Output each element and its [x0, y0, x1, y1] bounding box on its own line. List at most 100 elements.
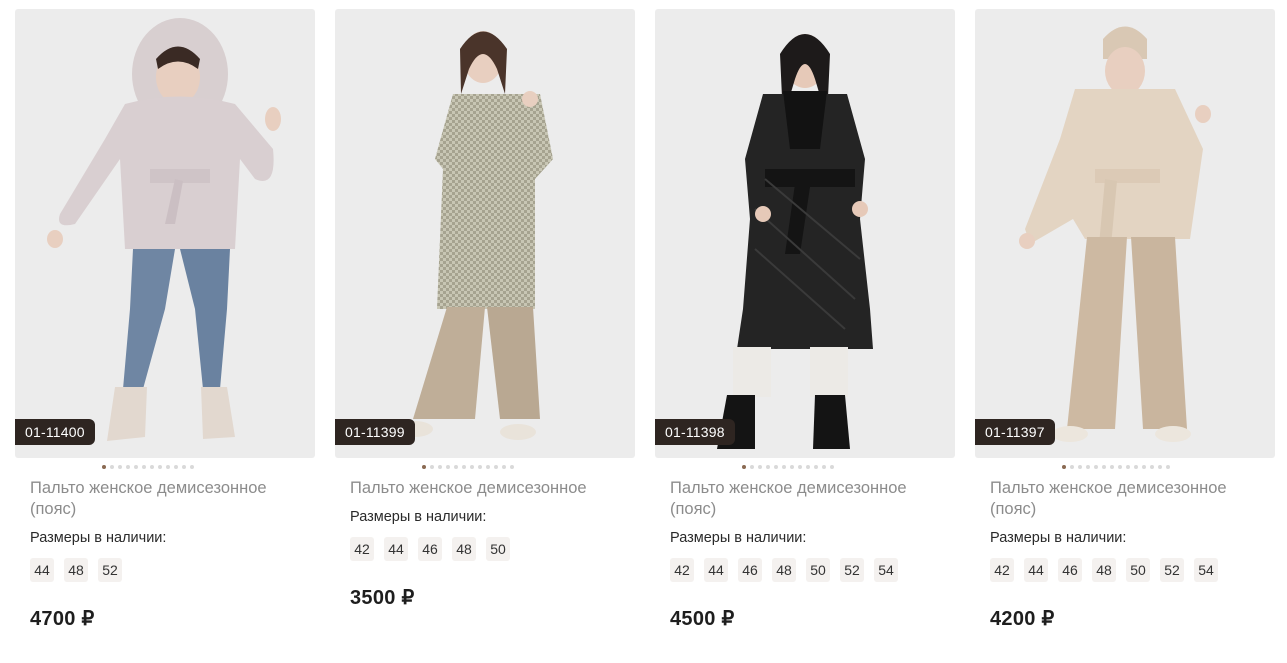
carousel-dot[interactable] [494, 465, 498, 469]
carousel-dot[interactable] [158, 465, 162, 469]
carousel-dot[interactable] [1070, 465, 1074, 469]
carousel-dot[interactable] [454, 465, 458, 469]
size-chip[interactable]: 46 [418, 537, 442, 561]
carousel-dot[interactable] [830, 465, 834, 469]
product-photo[interactable]: 01-11397 [975, 9, 1275, 458]
size-chip[interactable]: 54 [874, 558, 898, 582]
image-carousel-dots[interactable] [975, 462, 1275, 472]
size-chip[interactable]: 48 [772, 558, 796, 582]
carousel-dot[interactable] [118, 465, 122, 469]
product-image [47, 18, 281, 441]
carousel-dot[interactable] [174, 465, 178, 469]
carousel-dot[interactable] [446, 465, 450, 469]
product-name[interactable]: Пальто женское демисезонное (пояс) [990, 478, 1260, 520]
carousel-dot[interactable] [102, 465, 106, 469]
carousel-dot[interactable] [1166, 465, 1170, 469]
size-chip[interactable]: 54 [1194, 558, 1218, 582]
product-image [717, 34, 873, 449]
size-list: 42 44 46 48 50 52 54 [670, 558, 940, 582]
sizes-label: Размеры в наличии: [350, 509, 487, 525]
size-chip[interactable]: 50 [486, 537, 510, 561]
product-photo[interactable]: 01-11398 [655, 9, 955, 458]
carousel-dot[interactable] [750, 465, 754, 469]
size-chip[interactable]: 42 [670, 558, 694, 582]
carousel-dot[interactable] [1126, 465, 1130, 469]
carousel-dot[interactable] [470, 465, 474, 469]
product-price: 4500 ₽ [670, 608, 735, 630]
carousel-dot[interactable] [438, 465, 442, 469]
product-card[interactable]: 01-11398 Пальто женское демисезонное (по… [655, 9, 955, 631]
carousel-dot[interactable] [774, 465, 778, 469]
product-price: 4700 ₽ [30, 608, 95, 630]
carousel-dot[interactable] [790, 465, 794, 469]
carousel-dot[interactable] [806, 465, 810, 469]
size-chip[interactable]: 48 [64, 558, 88, 582]
size-chip[interactable]: 44 [704, 558, 728, 582]
carousel-dot[interactable] [502, 465, 506, 469]
product-card[interactable]: 01-11399 Пальто женское демисезонное Раз… [335, 9, 635, 610]
product-card[interactable]: 01-11397 Пальто женское демисезонное (по… [975, 9, 1275, 631]
size-chip[interactable]: 42 [350, 537, 374, 561]
product-photo[interactable]: 01-11399 [335, 9, 635, 458]
carousel-dot[interactable] [782, 465, 786, 469]
size-chip[interactable]: 50 [1126, 558, 1150, 582]
size-chip[interactable]: 46 [738, 558, 762, 582]
image-carousel-dots[interactable] [335, 462, 635, 472]
sku-badge: 01-11397 [975, 419, 1055, 445]
carousel-dot[interactable] [798, 465, 802, 469]
image-carousel-dots[interactable] [655, 462, 955, 472]
carousel-dot[interactable] [430, 465, 434, 469]
carousel-dot[interactable] [166, 465, 170, 469]
carousel-dot[interactable] [758, 465, 762, 469]
sku-badge: 01-11398 [655, 419, 735, 445]
carousel-dot[interactable] [1078, 465, 1082, 469]
sku-badge: 01-11400 [15, 419, 95, 445]
carousel-dot[interactable] [1134, 465, 1138, 469]
size-chip[interactable]: 48 [452, 537, 476, 561]
product-image [1019, 26, 1211, 442]
size-chip[interactable]: 46 [1058, 558, 1082, 582]
carousel-dot[interactable] [1158, 465, 1162, 469]
carousel-dot[interactable] [742, 465, 746, 469]
carousel-dot[interactable] [510, 465, 514, 469]
carousel-dot[interactable] [190, 465, 194, 469]
product-photo[interactable]: 01-11400 [15, 9, 315, 458]
carousel-dot[interactable] [486, 465, 490, 469]
size-chip[interactable]: 44 [30, 558, 54, 582]
sizes-label: Размеры в наличии: [30, 530, 167, 546]
carousel-dot[interactable] [766, 465, 770, 469]
carousel-dot[interactable] [1102, 465, 1106, 469]
product-image [397, 31, 553, 440]
carousel-dot[interactable] [822, 465, 826, 469]
carousel-dot[interactable] [1086, 465, 1090, 469]
carousel-dot[interactable] [422, 465, 426, 469]
product-card[interactable]: 01-11400 Пальто женское демисезонное (по… [15, 9, 315, 631]
carousel-dot[interactable] [814, 465, 818, 469]
product-name[interactable]: Пальто женское демисезонное (пояс) [30, 478, 300, 520]
size-chip[interactable]: 44 [1024, 558, 1048, 582]
carousel-dot[interactable] [134, 465, 138, 469]
carousel-dot[interactable] [126, 465, 130, 469]
carousel-dot[interactable] [1110, 465, 1114, 469]
carousel-dot[interactable] [478, 465, 482, 469]
carousel-dot[interactable] [1062, 465, 1066, 469]
size-chip[interactable]: 50 [806, 558, 830, 582]
sku-badge: 01-11399 [335, 419, 415, 445]
carousel-dot[interactable] [1142, 465, 1146, 469]
size-chip[interactable]: 52 [98, 558, 122, 582]
image-carousel-dots[interactable] [15, 462, 315, 472]
carousel-dot[interactable] [150, 465, 154, 469]
size-chip[interactable]: 52 [1160, 558, 1184, 582]
size-chip[interactable]: 44 [384, 537, 408, 561]
carousel-dot[interactable] [182, 465, 186, 469]
size-chip[interactable]: 42 [990, 558, 1014, 582]
size-chip[interactable]: 52 [840, 558, 864, 582]
carousel-dot[interactable] [462, 465, 466, 469]
carousel-dot[interactable] [1118, 465, 1122, 469]
size-chip[interactable]: 48 [1092, 558, 1116, 582]
product-name[interactable]: Пальто женское демисезонное (пояс) [670, 478, 940, 520]
carousel-dot[interactable] [142, 465, 146, 469]
carousel-dot[interactable] [110, 465, 114, 469]
carousel-dot[interactable] [1094, 465, 1098, 469]
carousel-dot[interactable] [1150, 465, 1154, 469]
